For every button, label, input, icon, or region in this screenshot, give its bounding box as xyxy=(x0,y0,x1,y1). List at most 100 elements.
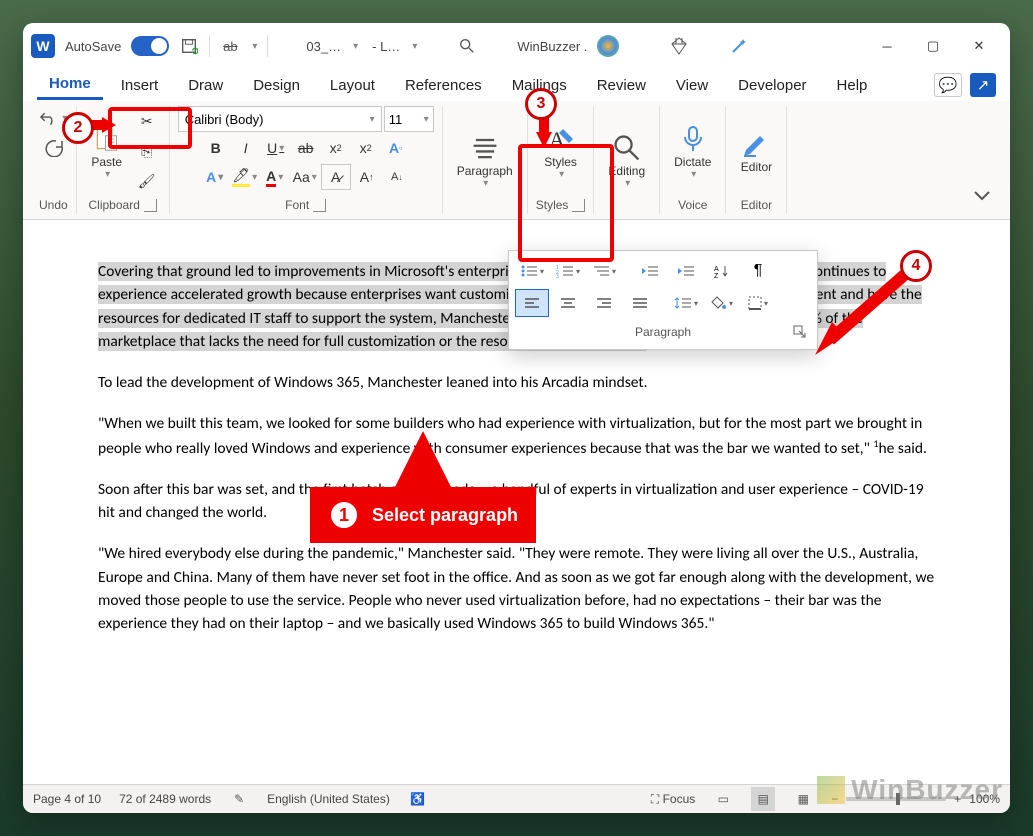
sort-button[interactable]: AZ xyxy=(705,257,739,285)
word-app-icon: W xyxy=(31,34,55,58)
decrease-indent-button[interactable] xyxy=(633,257,667,285)
paragraph-dialog-launcher[interactable] xyxy=(793,325,807,339)
shrink-font-button[interactable]: A↓ xyxy=(383,165,411,189)
print-layout-icon[interactable]: ▤ xyxy=(751,787,775,811)
ribbon-tabs: Home Insert Draw Design Layout Reference… xyxy=(23,69,1010,101)
titlebar: W AutoSave ab ▾ 03_… ▾ - L… ▾ WinBuzzer … xyxy=(23,23,1010,69)
font-color-button[interactable]: A▾ xyxy=(201,165,229,189)
tab-insert[interactable]: Insert xyxy=(109,72,171,99)
search-icon[interactable] xyxy=(457,36,477,56)
annotation-box-3 xyxy=(518,144,614,262)
tab-review[interactable]: Review xyxy=(585,72,658,99)
paragraph-3[interactable]: "When we built this team, we looked for … xyxy=(98,412,935,460)
svg-text:3: 3 xyxy=(556,274,559,278)
spellcheck-icon[interactable]: ✎ xyxy=(229,789,249,809)
tab-home[interactable]: Home xyxy=(37,70,103,100)
tab-help[interactable]: Help xyxy=(825,72,880,99)
font-color2-button[interactable]: A▾ xyxy=(261,165,289,189)
group-label-clipboard: Clipboard xyxy=(89,198,140,212)
dictate-button[interactable]: Dictate▾ xyxy=(668,119,717,184)
increase-indent-button[interactable] xyxy=(669,257,703,285)
group-editor: Editor Editor xyxy=(726,106,787,214)
paragraph-popup: ▾ 123▾ ▾ AZ ¶ ▾ ▾ ▾ Paragraph xyxy=(508,250,818,350)
focus-button[interactable]: ⛶ Focus xyxy=(651,792,695,807)
separator xyxy=(267,35,268,57)
tab-view[interactable]: View xyxy=(664,72,720,99)
text-effects-button[interactable]: A▫ xyxy=(382,136,410,160)
format-painter-button[interactable]: 🖌 xyxy=(133,169,161,193)
dropdown-icon[interactable]: ▾ xyxy=(252,41,257,52)
superscript-button[interactable]: x2 xyxy=(352,136,380,160)
clear-format-button[interactable]: A̷ xyxy=(321,164,351,190)
paragraph-2[interactable]: To lead the development of Windows 365, … xyxy=(98,371,935,394)
clipboard-dialog-launcher[interactable] xyxy=(144,199,157,212)
strikethrough-icon[interactable]: ab xyxy=(220,36,240,56)
doc-suffix: - L… xyxy=(372,39,400,54)
annotation-callout-1: 1 Select paragraph xyxy=(310,487,536,543)
tab-developer[interactable]: Developer xyxy=(726,72,818,99)
minimize-button[interactable]: ─ xyxy=(864,23,910,69)
tab-design[interactable]: Design xyxy=(241,72,312,99)
read-mode-icon[interactable]: ▭ xyxy=(713,789,733,809)
status-language[interactable]: English (United States) xyxy=(267,792,390,806)
group-font: Calibri (Body)▾ 11▾ B I U▾ ab x2 x2 A▫ A… xyxy=(170,106,443,214)
highlight-button[interactable]: 🖊▾ xyxy=(231,165,259,189)
ribbon-collapse-button[interactable] xyxy=(968,184,996,208)
watermark: WinBuzzer xyxy=(817,774,1003,806)
status-page[interactable]: Page 4 of 10 xyxy=(33,792,101,806)
annotation-box-2 xyxy=(108,107,192,149)
autosave-label: AutoSave xyxy=(65,39,121,54)
status-words[interactable]: 72 of 2489 words xyxy=(119,792,211,806)
strike-button[interactable]: ab xyxy=(292,136,320,160)
diamond-icon[interactable] xyxy=(669,36,689,56)
close-button[interactable]: ✕ xyxy=(956,23,1002,69)
svg-text:Z: Z xyxy=(714,273,719,278)
paragraph-button[interactable]: Paragraph▾ xyxy=(451,128,519,193)
separator xyxy=(209,35,210,57)
wand-icon[interactable] xyxy=(729,36,749,56)
tab-layout[interactable]: Layout xyxy=(318,72,387,99)
comments-icon[interactable]: 💬 xyxy=(934,73,962,97)
watermark-icon xyxy=(817,776,845,804)
tab-draw[interactable]: Draw xyxy=(176,72,235,99)
group-label-voice: Voice xyxy=(678,196,707,214)
font-dialog-launcher[interactable] xyxy=(313,199,326,212)
autosave-toggle[interactable] xyxy=(131,36,169,56)
bold-button[interactable]: B xyxy=(202,136,230,160)
align-right-button[interactable] xyxy=(587,289,621,317)
borders-button[interactable]: ▾ xyxy=(741,289,775,317)
line-spacing-button[interactable]: ▾ xyxy=(669,289,703,317)
group-paragraph: Paragraph▾ xyxy=(443,106,528,214)
underline-button[interactable]: U▾ xyxy=(262,136,290,160)
italic-button[interactable]: I xyxy=(232,136,260,160)
paragraph-5[interactable]: "We hired everybody else during the pand… xyxy=(98,542,935,635)
account-name: WinBuzzer . xyxy=(517,39,587,54)
doc-name: 03_… xyxy=(306,39,341,54)
maximize-button[interactable]: ▢ xyxy=(910,23,956,69)
align-left-button[interactable] xyxy=(515,289,549,317)
font-name-select[interactable]: Calibri (Body)▾ xyxy=(178,106,382,132)
subscript-button[interactable]: x2 xyxy=(322,136,350,160)
annotation-badge-4: 4 xyxy=(900,250,932,282)
account-icon[interactable] xyxy=(597,35,619,57)
group-voice: Dictate▾ Voice xyxy=(660,106,726,214)
accessibility-icon[interactable]: ♿ xyxy=(408,789,428,809)
share-button[interactable]: ↗ xyxy=(970,73,996,97)
save-icon[interactable] xyxy=(179,36,199,56)
group-label-editor: Editor xyxy=(741,196,772,214)
shading-button[interactable]: ▾ xyxy=(705,289,739,317)
font-size-select[interactable]: 11▾ xyxy=(384,106,434,132)
web-layout-icon[interactable]: ▦ xyxy=(793,789,813,809)
editor-button[interactable]: Editor xyxy=(734,124,778,178)
change-case-button[interactable]: Aa▾ xyxy=(291,165,319,189)
justify-button[interactable] xyxy=(623,289,657,317)
show-marks-button[interactable]: ¶ xyxy=(741,257,775,285)
annotation-badge-3: 3 xyxy=(525,88,557,120)
group-label-undo: Undo xyxy=(39,196,68,214)
annotation-badge-1: 1 xyxy=(328,499,360,531)
grow-font-button[interactable]: A↑ xyxy=(353,165,381,189)
align-center-button[interactable] xyxy=(551,289,585,317)
redo-button[interactable] xyxy=(39,136,67,160)
paragraph-popup-label: Paragraph xyxy=(635,325,691,339)
tab-references[interactable]: References xyxy=(393,72,494,99)
